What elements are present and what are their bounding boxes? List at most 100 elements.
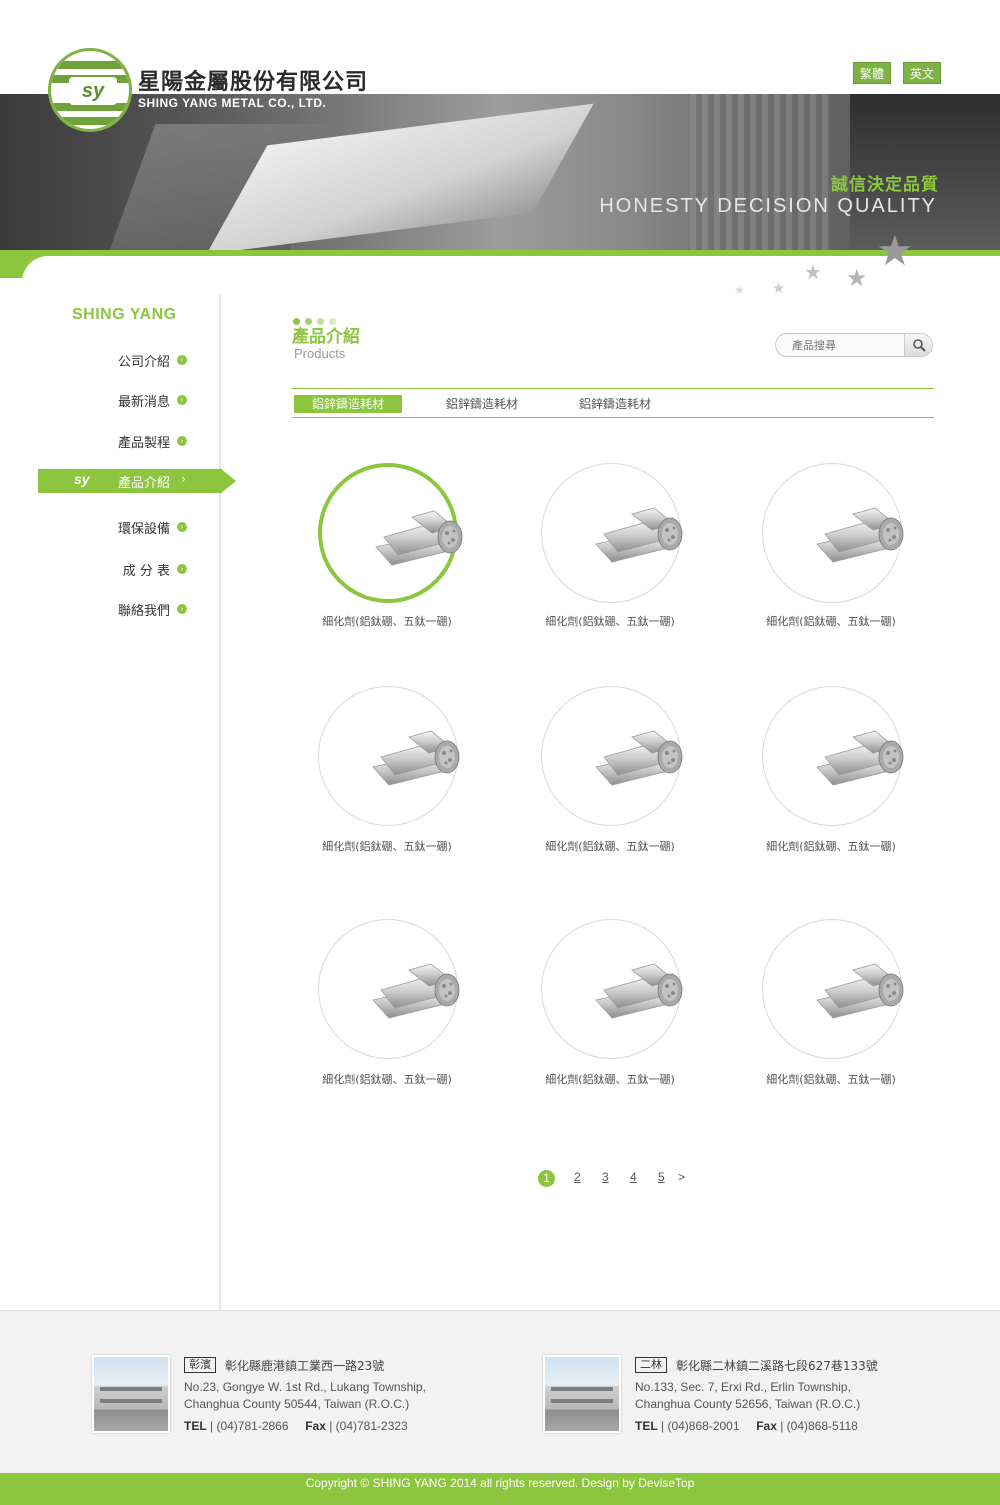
search-input[interactable]: [784, 337, 904, 353]
tel-label: TEL: [635, 1419, 658, 1433]
star-icon: ★: [804, 260, 822, 284]
tel-value: | (04)781-2866: [206, 1419, 289, 1433]
office-changbin: 彰濱 彰化縣鹿港鎮工業西一路23號 No.23, Gongye W. 1st R…: [92, 1355, 512, 1435]
search-button[interactable]: [904, 334, 932, 356]
product-image-frame: [762, 919, 904, 1059]
product-ingot-image: [816, 730, 904, 786]
office-phone: TEL | (04)868-2001 Fax | (04)868-5118: [635, 1419, 858, 1433]
slogan-cn: 誠信決定品質: [831, 175, 939, 195]
product-ingot-image: [372, 730, 460, 786]
office-address-cn: 彰化縣二林鎮二溪路七段627巷133號: [676, 1359, 878, 1373]
category-tabs: 鋁鋅鑄造耗材 鋁鋅鑄造耗材 鋁鋅鑄造耗材: [292, 388, 934, 418]
page-link[interactable]: 5: [658, 1170, 665, 1184]
page-link[interactable]: 4: [630, 1170, 637, 1184]
search-icon: [913, 339, 926, 352]
product-ingot-image: [595, 730, 683, 786]
office-photo: [543, 1355, 621, 1433]
product-card[interactable]: 細化劑(鋁鈦硼、五鈦一硼): [515, 686, 695, 876]
product-card[interactable]: 細化劑(鋁鈦硼、五鈦一硼): [736, 919, 916, 1109]
product-image-frame: [318, 463, 463, 603]
sidebar-item-process[interactable]: 產品製程 ›: [40, 428, 220, 454]
sidebar-item-label: 最新消息: [117, 395, 170, 410]
sidebar-item-label: 聯絡我們: [117, 604, 170, 619]
chevron-right-icon: ›: [177, 522, 187, 532]
banner-wall: [690, 94, 830, 254]
page-title: 產品介紹: [292, 327, 360, 347]
office-erlin: 二林 彰化縣二林鎮二溪路七段627巷133號 No.133, Sec. 7, E…: [543, 1355, 963, 1435]
product-name[interactable]: 細化劑(鋁鈦硼、五鈦一硼): [736, 613, 926, 629]
tel-value: | (04)868-2001: [657, 1419, 740, 1433]
chevron-right-icon: ›: [177, 395, 187, 405]
logo-stripe: [51, 61, 129, 69]
footer: 彰濱 彰化縣鹿港鎮工業西一路23號 No.23, Gongye W. 1st R…: [0, 1310, 1000, 1473]
product-image-frame: [762, 463, 904, 603]
product-card[interactable]: 細化劑(鋁鈦硼、五鈦一硼): [292, 463, 472, 653]
sidebar-item-label: 環保設備: [117, 522, 170, 537]
sidebar-item-news[interactable]: 最新消息 ›: [40, 387, 220, 413]
page-link-current[interactable]: 1: [538, 1170, 555, 1187]
chevron-right-icon: ›: [177, 564, 187, 574]
product-name[interactable]: 細化劑(鋁鈦硼、五鈦一硼): [515, 1071, 705, 1087]
sidebar-item-label: 公司介紹: [117, 355, 170, 370]
sidebar-item-composition[interactable]: 成 分 表 ›: [40, 556, 220, 582]
logo-mark: sy: [69, 77, 117, 105]
sy-logo-icon: sy: [74, 471, 90, 487]
chevron-right-icon: ›: [177, 604, 187, 614]
fax-value: | (04)781-2323: [325, 1419, 408, 1433]
office-address-en-1: No.23, Gongye W. 1st Rd., Lukang Townshi…: [184, 1380, 426, 1394]
product-ingot-image: [372, 963, 460, 1019]
product-name[interactable]: 細化劑(鋁鈦硼、五鈦一硼): [292, 838, 482, 854]
product-name[interactable]: 細化劑(鋁鈦硼、五鈦一硼): [515, 838, 705, 854]
product-ingot-image: [375, 510, 463, 566]
product-image-frame: [318, 686, 460, 826]
fax-label: Fax: [756, 1419, 777, 1433]
product-card[interactable]: 細化劑(鋁鈦硼、五鈦一硼): [736, 463, 916, 653]
lang-traditional-button[interactable]: 繁體: [853, 62, 892, 84]
page-link[interactable]: 2: [574, 1170, 581, 1184]
product-image-frame: [318, 919, 460, 1059]
product-name[interactable]: 細化劑(鋁鈦硼、五鈦一硼): [292, 613, 482, 629]
product-name[interactable]: 細化劑(鋁鈦硼、五鈦一硼): [292, 1071, 482, 1087]
office-phone: TEL | (04)781-2866 Fax | (04)781-2323: [184, 1419, 408, 1433]
header: sy 星陽金屬股份有限公司 SHING YANG METAL CO., LTD.…: [0, 0, 1000, 300]
tel-label: TEL: [184, 1419, 207, 1433]
chevron-right-icon: ›: [177, 355, 187, 365]
sidebar-item-products[interactable]: sy 產品介紹 ›: [38, 468, 236, 494]
page-link[interactable]: 3: [602, 1170, 609, 1184]
product-image-frame: [762, 686, 904, 826]
star-icon: ★: [876, 226, 914, 275]
tab-category-3[interactable]: 鋁鋅鑄造耗材: [561, 395, 669, 413]
office-tag: 彰濱: [184, 1357, 216, 1373]
office-tag: 二林: [635, 1357, 667, 1373]
product-name[interactable]: 細化劑(鋁鈦硼、五鈦一硼): [736, 838, 926, 854]
product-card[interactable]: 細化劑(鋁鈦硼、五鈦一硼): [292, 686, 472, 876]
sidebar-item-label: 產品介紹: [117, 476, 170, 491]
next-page-link[interactable]: >: [678, 1170, 685, 1184]
product-name[interactable]: 細化劑(鋁鈦硼、五鈦一硼): [515, 613, 705, 629]
office-address-cn: 彰化縣鹿港鎮工業西一路23號: [225, 1359, 385, 1373]
product-card[interactable]: 細化劑(鋁鈦硼、五鈦一硼): [292, 919, 472, 1109]
lang-english-button[interactable]: 英文: [903, 62, 942, 84]
product-card[interactable]: 細化劑(鋁鈦硼、五鈦一硼): [736, 686, 916, 876]
product-ingot-image: [816, 963, 904, 1019]
product-ingot-image: [595, 963, 683, 1019]
brand-name-en: SHING YANG METAL CO., LTD.: [138, 96, 327, 110]
star-icon: ★: [846, 264, 868, 292]
product-card[interactable]: 細化劑(鋁鈦硼、五鈦一硼): [515, 919, 695, 1109]
product-image-frame: [541, 686, 683, 826]
tab-category-1[interactable]: 鋁鋅鑄造耗材: [294, 395, 403, 413]
star-icon: ★: [772, 279, 786, 297]
sidebar-item-about[interactable]: 公司介紹 ›: [40, 347, 220, 373]
tab-category-2[interactable]: 鋁鋅鑄造耗材: [428, 395, 536, 413]
sidebar-item-contact[interactable]: 聯絡我們 ›: [40, 596, 220, 622]
brand-name-cn: 星陽金屬股份有限公司: [138, 70, 369, 95]
fax-value: | (04)868-5118: [776, 1419, 858, 1433]
product-ingot-image: [816, 507, 904, 563]
product-name[interactable]: 細化劑(鋁鈦硼、五鈦一硼): [736, 1071, 926, 1087]
chevron-right-icon: ›: [181, 472, 186, 486]
sidebar-item-environment[interactable]: 環保設備 ›: [40, 514, 220, 540]
search-box: [775, 333, 933, 357]
product-image-frame: [541, 463, 683, 603]
logo[interactable]: sy: [48, 48, 132, 132]
product-card[interactable]: 細化劑(鋁鈦硼、五鈦一硼): [515, 463, 695, 653]
